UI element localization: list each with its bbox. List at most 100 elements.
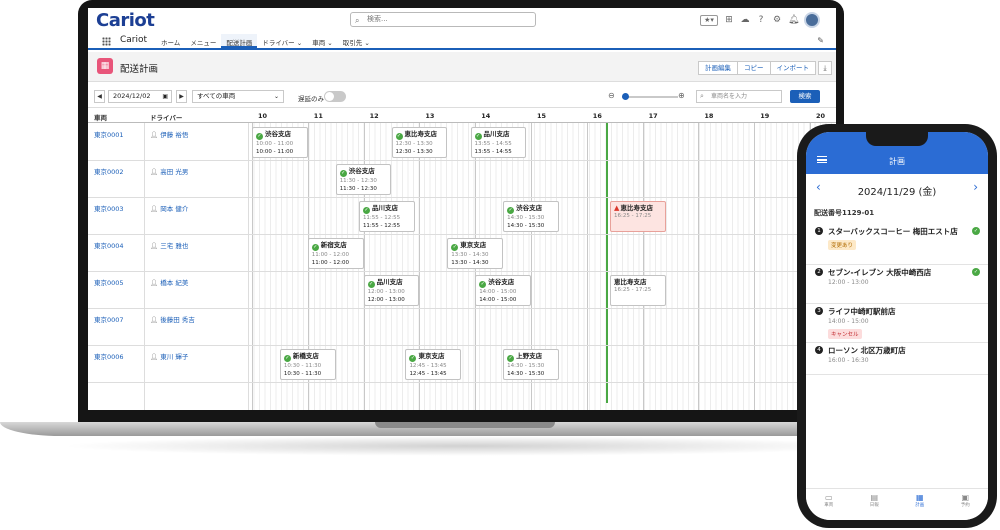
driver-name: 伊藤 裕悟 [160, 131, 189, 139]
hour-label: 13 [425, 112, 435, 120]
status-badge: 変更あり [828, 240, 857, 250]
zoom-in-icon[interactable]: ⊕ [678, 91, 685, 100]
delivery-card[interactable]: ✓ 新橋支店 10:30 - 11:30 10:30 - 11:30 [279, 349, 336, 380]
delivery-card[interactable]: 恵比寿支店 16:25 - 17:25 [610, 275, 666, 306]
hour-label: 19 [760, 112, 770, 120]
delivery-card[interactable]: ✓ 東京支店 13:30 - 14:30 13:30 - 14:30 [447, 238, 504, 269]
delivery-card[interactable]: ✓ 上野支店 14:30 - 15:30 14:30 - 15:30 [503, 349, 559, 380]
stop-list-item[interactable]: 4 ローソン 北区万歳町店 16:00 - 16:30 [806, 343, 988, 375]
hour-label: 14 [481, 112, 491, 120]
driver-link[interactable]: 👤︎ 後藤田 秀吉 [150, 314, 195, 324]
check-icon: ✓ [972, 268, 980, 276]
user-avatar[interactable] [804, 12, 820, 28]
favorites-icon[interactable]: ★▾ [700, 14, 718, 26]
tab-reservation[interactable]: ▣ 予約 [943, 489, 989, 520]
delivery-card[interactable]: ✓ 品川支店 13:55 - 14:55 13:55 - 14:55 [470, 127, 527, 158]
delivery-card[interactable]: ✓ 品川支店 11:55 - 12:55 11:55 - 12:55 [358, 201, 415, 232]
vehicle-search-input[interactable]: ⌕ 車両名を入力 [696, 90, 782, 103]
nav-driver[interactable]: ドライバー ⌄ [257, 34, 307, 48]
phone-header: 計画 [806, 132, 988, 174]
stop-time: 12:00 - 13:00 [828, 279, 869, 286]
stop-name: ライフ中崎町駅前店 [828, 307, 896, 316]
driver-link[interactable]: 👤︎ 岡本 健介 [150, 203, 188, 213]
edit-nav-icon[interactable]: ✎ [817, 36, 824, 45]
status-badge: キャンセル [828, 329, 862, 339]
nav-home[interactable]: ホーム [156, 34, 185, 48]
nav-delivery-plan[interactable]: 配送計画 [221, 34, 258, 48]
delivery-card[interactable]: ✓ 恵比寿支店 12:30 - 13:30 12:30 - 13:30 [391, 127, 448, 158]
driver-link[interactable]: 👤︎ 橋本 紀美 [150, 277, 188, 287]
hour-label: 11 [313, 112, 323, 120]
vehicle-search-placeholder: 車両名を入力 [711, 93, 748, 100]
zoom-slider-track[interactable] [622, 96, 678, 98]
delivery-card[interactable]: ✓ 渋谷支店 10:00 - 11:00 10:00 - 11:00 [252, 127, 308, 158]
date-picker[interactable]: 2024/12/02 ▣ [108, 90, 172, 103]
gear-icon[interactable]: ⚙ [772, 15, 782, 25]
stop-list-item[interactable]: 3 ライフ中崎町駅前店 14:00 - 15:00 キャンセル [806, 304, 988, 343]
card-name-text: 新宿支店 [320, 241, 347, 249]
calendar-icon: ▦ [97, 58, 113, 74]
zoom-out-icon[interactable]: ⊖ [608, 91, 615, 100]
copy-button[interactable]: コピー [738, 61, 771, 75]
card-planned-time: 16:25 - 17:25 [614, 287, 652, 293]
tab-plan[interactable]: ▦ 計画 [897, 489, 943, 520]
card-planned-time: 11:30 - 12:30 [339, 178, 377, 184]
help-icon[interactable]: ? [756, 15, 766, 25]
vehicle-link[interactable]: 東京0001 [94, 129, 124, 139]
global-search-placeholder: 検索... [367, 15, 388, 23]
card-name-text: 東京支店 [460, 241, 487, 249]
delivery-card[interactable]: ✓ 渋谷支店 14:00 - 15:00 14:00 - 15:00 [475, 275, 531, 306]
nav-vehicle[interactable]: 車両 ⌄ [307, 34, 338, 48]
vehicle-link[interactable]: 東京0005 [94, 277, 124, 287]
driver-name: 高田 光男 [160, 168, 189, 176]
driver-link[interactable]: 👤︎ 三宅 雅也 [150, 240, 188, 250]
cloud-icon[interactable]: ☁ [740, 15, 750, 25]
top-icons: ★▾ ⊞ ☁ ? ⚙ 🔔︎ [700, 12, 820, 28]
card-planned-time: 14:30 - 15:30 [507, 215, 545, 221]
card-planned-time: 11:55 - 12:55 [362, 215, 401, 221]
stop-list-item[interactable]: 2 セブン-イレブン 大阪中崎西店 12:00 - 13:00 ✓ [806, 265, 988, 304]
prev-date-button[interactable]: ◀ [94, 90, 105, 103]
import-button[interactable]: インポート [770, 61, 816, 75]
vehicle-link[interactable]: 東京0007 [94, 314, 124, 324]
nav-account[interactable]: 取引先 ⌄ [338, 34, 375, 48]
tab-report[interactable]: ▤ 日報 [852, 489, 898, 520]
driver-link[interactable]: 👤︎ 東川 輝子 [150, 351, 188, 361]
download-icon[interactable]: ⤓ [818, 61, 832, 75]
delivery-card[interactable]: ✓ 渋谷支店 11:30 - 12:30 11:30 - 12:30 [335, 164, 392, 195]
hour-label: 10 [258, 112, 268, 120]
card-actual-time: 12:00 - 13:00 [367, 297, 405, 303]
zoom-slider-handle[interactable] [622, 93, 629, 100]
bell-icon[interactable]: 🔔︎ [788, 15, 799, 25]
car-icon: ▭ [824, 493, 833, 502]
page-header: ▦ 配送計画 計画編集 コピー インポート ⤓ [88, 52, 836, 82]
vehicle-link[interactable]: 東京0006 [94, 351, 124, 361]
delivery-card[interactable]: ▲恵比寿支店 16:25 - 17:25 [610, 201, 666, 232]
driver-link[interactable]: 👤︎ 伊藤 裕悟 [150, 129, 188, 139]
stop-list-item[interactable]: 1 スターバックスコーヒー 梅田エスト店 変更あり ✓ [806, 224, 988, 265]
add-icon[interactable]: ⊞ [724, 15, 734, 25]
nav-menu[interactable]: メニュー [185, 34, 221, 48]
card-actual-time: 14:30 - 15:30 [507, 223, 545, 229]
tab-vehicle[interactable]: ▭ 車両 [806, 489, 852, 520]
app-launcher-icon[interactable] [102, 37, 111, 46]
delivery-card[interactable]: ✓ 東京支店 12:45 - 13:45 12:45 - 13:45 [405, 349, 462, 380]
driver-link[interactable]: 👤︎ 高田 光男 [150, 166, 188, 176]
delivery-card[interactable]: ✓ 渋谷支店 14:30 - 15:30 14:30 - 15:30 [503, 201, 559, 232]
next-date-button[interactable]: ▶ [176, 90, 187, 103]
page-title: 配送計画 [120, 64, 159, 75]
delivery-card[interactable]: ✓ 新宿支店 11:00 - 12:00 11:00 - 12:00 [307, 238, 364, 269]
header-button-group: 計画編集 コピー インポート [698, 61, 816, 75]
delay-only-toggle[interactable] [324, 91, 346, 102]
vehicle-link[interactable]: 東京0004 [94, 240, 124, 250]
vehicle-link[interactable]: 東京0003 [94, 203, 124, 213]
delivery-card[interactable]: ✓ 品川支店 12:00 - 13:00 12:00 - 13:00 [363, 275, 420, 306]
vehicle-filter-select[interactable]: すべての車両 ⌄ [192, 90, 284, 103]
chevron-right-icon[interactable]: › [973, 180, 978, 194]
hour-label: 18 [704, 112, 714, 120]
edit-plan-button[interactable]: 計画編集 [698, 61, 738, 75]
global-search-input[interactable]: ⌕ 検索... [350, 12, 536, 27]
card-planned-time: 12:30 - 13:30 [395, 141, 433, 147]
search-button[interactable]: 検索 [790, 90, 820, 103]
vehicle-link[interactable]: 東京0002 [94, 166, 124, 176]
